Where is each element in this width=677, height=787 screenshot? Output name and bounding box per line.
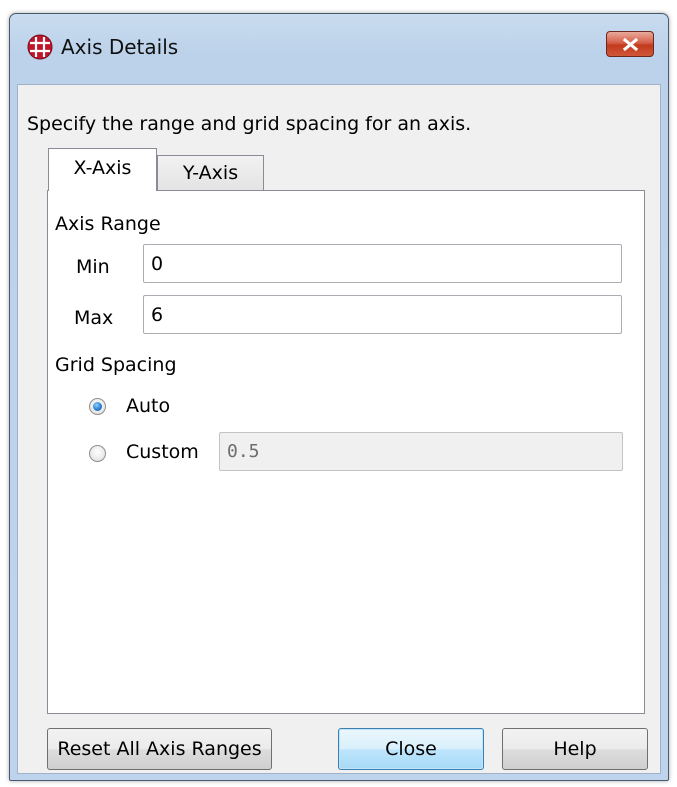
axis-details-dialog: Axis Details Specify the range and grid … bbox=[9, 13, 669, 781]
window-title: Axis Details bbox=[61, 35, 179, 59]
custom-label[interactable]: Custom bbox=[126, 440, 199, 464]
grid-spacing-heading: Grid Spacing bbox=[55, 354, 177, 376]
close-icon bbox=[622, 37, 639, 52]
title-bar[interactable]: Axis Details bbox=[10, 14, 668, 72]
custom-spacing-input[interactable]: 0.5 bbox=[219, 432, 623, 471]
close-button[interactable]: Close bbox=[338, 728, 484, 770]
tab-y-axis[interactable]: Y-Axis bbox=[157, 155, 264, 191]
custom-radio[interactable] bbox=[89, 445, 106, 462]
dialog-description: Specify the range and grid spacing for a… bbox=[27, 113, 472, 135]
radio-selected-dot bbox=[93, 402, 102, 411]
max-input[interactable]: 6 bbox=[143, 295, 622, 334]
x-axis-tab-panel: Axis Range Min 0 Max 6 Grid Spacing Auto… bbox=[47, 190, 645, 714]
max-label: Max bbox=[74, 307, 114, 329]
tab-x-axis[interactable]: X-Axis bbox=[48, 148, 157, 191]
min-input[interactable]: 0 bbox=[143, 244, 622, 283]
window-close-button[interactable] bbox=[606, 31, 654, 57]
reset-all-axis-ranges-button[interactable]: Reset All Axis Ranges bbox=[47, 728, 272, 770]
axis-range-heading: Axis Range bbox=[55, 213, 161, 235]
auto-label[interactable]: Auto bbox=[126, 394, 170, 418]
help-button[interactable]: Help bbox=[502, 728, 648, 770]
grid-globe-icon bbox=[27, 34, 53, 60]
auto-radio[interactable] bbox=[89, 398, 106, 415]
min-label: Min bbox=[76, 256, 110, 278]
dialog-client-area: Specify the range and grid spacing for a… bbox=[17, 84, 661, 774]
